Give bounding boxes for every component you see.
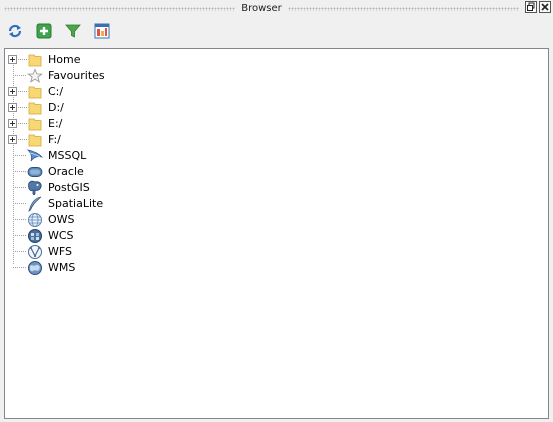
close-button[interactable] [539,1,551,13]
tree-item-d-drive[interactable]: D:/ [5,100,548,116]
wfs-icon [28,245,42,259]
tree-item-favourites[interactable]: Favourites [5,68,548,84]
tree-item-label: Oracle [48,165,84,178]
tree-item-label: WFS [48,245,72,258]
tree-item-e-drive[interactable]: E:/ [5,116,548,132]
expand-toggle[interactable] [8,103,17,112]
folder-icon [28,134,42,147]
tree-branch-line [13,203,27,204]
spatialite-icon [28,196,42,212]
tree-branch-line [13,75,27,76]
title-grip-left [4,6,236,11]
close-icon [541,3,549,11]
mssql-icon [27,149,43,162]
wcs-icon [28,229,42,243]
panel-title-bar[interactable]: Browser [0,0,553,17]
tree-branch-line [18,123,27,124]
browser-panel: Browser Home Favourites C:/ D:/ E:/ F:/ … [0,0,553,422]
tree-item-label: OWS [48,213,75,226]
tree-branch-line [13,267,27,268]
add-button[interactable] [33,20,55,42]
restore-icon [527,2,535,11]
tree-item-label: Favourites [48,69,105,82]
properties-button[interactable] [91,20,113,42]
tree-branch-line [13,187,27,188]
panel-title: Browser [241,3,282,14]
add-icon [36,23,52,39]
refresh-icon [8,24,22,38]
tree-item-wcs[interactable]: WCS [5,228,548,244]
refresh-button[interactable] [4,20,26,42]
tree-branch-line [18,107,27,108]
tree-item-spatialite[interactable]: SpatiaLite [5,196,548,212]
tree-item-label: F:/ [48,133,61,146]
tree-item-label: D:/ [48,101,64,114]
tree-item-mssql[interactable]: MSSQL [5,148,548,164]
tree-item-wms[interactable]: WMS [5,260,548,276]
tree-item-label: WMS [48,261,76,274]
filter-button[interactable] [62,20,84,42]
tree-item-c-drive[interactable]: C:/ [5,84,548,100]
oracle-icon [27,167,43,177]
tree-item-label: WCS [48,229,74,242]
folder-icon [28,86,42,99]
tree-branch-line [13,235,27,236]
ows-icon [28,213,42,227]
tree-item-ows[interactable]: OWS [5,212,548,228]
tree-branch-line [13,219,27,220]
wms-icon [28,261,42,275]
folder-icon [28,102,42,115]
folder-icon [28,118,42,131]
browser-tree[interactable]: Home Favourites C:/ D:/ E:/ F:/ MSSQL Or… [4,48,549,419]
expand-toggle[interactable] [8,87,17,96]
postgis-icon [28,180,42,196]
tree-branch-line [18,59,27,60]
tree-item-label: C:/ [48,85,64,98]
expand-toggle[interactable] [8,119,17,128]
tree-item-label: MSSQL [48,149,87,162]
filter-icon [65,24,81,38]
tree-item-home[interactable]: Home [5,52,548,68]
properties-icon [94,23,110,39]
tree-item-label: E:/ [48,117,63,130]
tree-item-label: Home [48,53,81,66]
expand-toggle[interactable] [8,135,17,144]
tree-branch-line [13,155,27,156]
tree-item-wfs[interactable]: WFS [5,244,548,260]
tree-item-oracle[interactable]: Oracle [5,164,548,180]
expand-toggle[interactable] [8,55,17,64]
tree-item-label: SpatiaLite [48,197,104,210]
tree-item-postgis[interactable]: PostGIS [5,180,548,196]
tree-item-f-drive[interactable]: F:/ [5,132,548,148]
tree-branch-line [18,91,27,92]
tree-branch-line [13,251,27,252]
star-icon [27,68,43,83]
folder-icon [28,54,42,67]
tree-branch-line [18,139,27,140]
float-button[interactable] [525,1,537,13]
title-grip-right [287,6,519,11]
browser-toolbar [0,20,116,42]
tree-item-label: PostGIS [48,181,90,194]
tree-branch-line [13,171,27,172]
